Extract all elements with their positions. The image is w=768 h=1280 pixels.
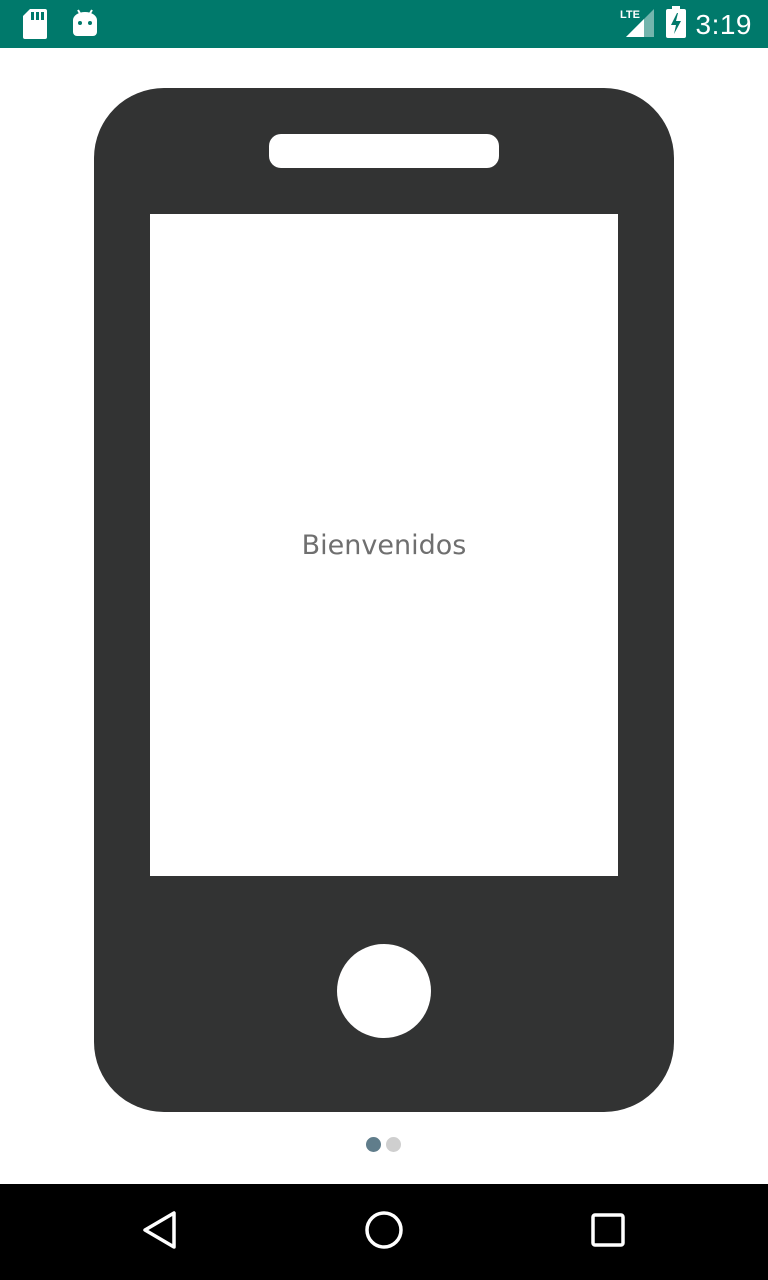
lte-signal-icon: LTE: [620, 7, 656, 42]
sd-card-icon: [22, 8, 48, 45]
page-dot-2[interactable]: [386, 1137, 401, 1152]
recents-button[interactable]: [584, 1208, 632, 1256]
back-icon: [142, 1210, 178, 1255]
network-type-label: LTE: [620, 9, 640, 21]
onboarding-page[interactable]: Bienvenidos: [0, 48, 768, 1184]
navigation-bar: [0, 1184, 768, 1280]
status-bar: LTE 3:19: [0, 0, 768, 48]
phone-icon: Bienvenidos: [94, 88, 674, 1112]
status-time: 3:19: [695, 8, 752, 40]
home-button[interactable]: [360, 1208, 408, 1256]
welcome-text: Bienvenidos: [301, 529, 467, 561]
android-icon: [72, 8, 98, 45]
home-icon: [364, 1210, 404, 1255]
back-button[interactable]: [136, 1208, 184, 1256]
phone-home-button-graphic: [337, 944, 431, 1038]
recents-icon: [590, 1212, 626, 1253]
page-dot-1[interactable]: [366, 1137, 381, 1152]
battery-charging-icon: [665, 6, 686, 43]
phone-screen: Bienvenidos: [150, 214, 618, 876]
page-indicator: [366, 1137, 401, 1152]
phone-speaker: [269, 134, 499, 168]
